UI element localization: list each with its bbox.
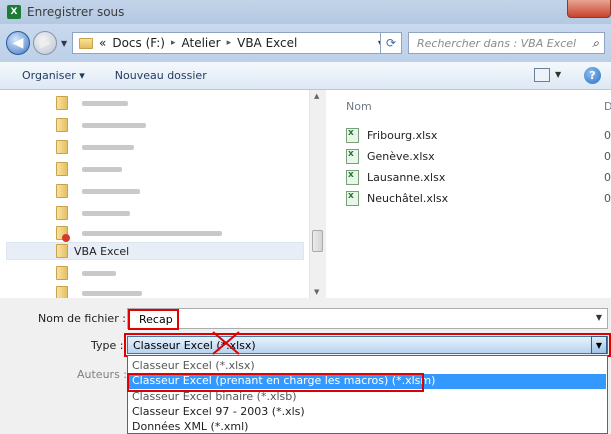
back-button[interactable]: ◀ — [6, 31, 30, 55]
type-select[interactable]: Classeur Excel (*.xlsx) ▼ — [127, 336, 608, 354]
scroll-down-icon[interactable]: ▼ — [314, 288, 319, 296]
blurred-label — [82, 210, 130, 216]
filename-value[interactable]: Recap — [128, 309, 179, 330]
blurred-label — [82, 144, 134, 150]
scrollbar-thumb[interactable] — [312, 230, 323, 252]
type-option[interactable]: Classeur Excel (*.xlsx) — [132, 359, 255, 372]
excel-icon: X — [7, 5, 21, 19]
organize-button[interactable]: Organiser ▾ — [22, 69, 85, 82]
search-icon[interactable]: ⌕ — [592, 36, 599, 51]
forward-button[interactable]: ▶ — [33, 31, 57, 55]
column-header-date[interactable]: D — [604, 100, 611, 113]
folder-icon — [56, 162, 68, 176]
file-name: Neuchâtel.xlsx — [367, 191, 449, 205]
help-icon[interactable]: ? — [584, 67, 601, 84]
nav-folder-item-vba-excel[interactable]: VBA Excel — [6, 242, 304, 260]
nav-folder-item[interactable] — [56, 182, 306, 200]
cross-annotation-icon — [212, 331, 240, 355]
folder-icon — [56, 266, 68, 280]
folder-icon — [56, 206, 68, 220]
command-bar: Organiser ▾ Nouveau dossier ▼ ? — [0, 62, 611, 90]
nav-folder-item[interactable] — [56, 138, 306, 156]
address-overflow[interactable]: « — [99, 36, 106, 50]
folder-icon — [56, 118, 68, 132]
filename-input[interactable]: Recap ▼ — [127, 308, 608, 330]
save-form: Nom de fichier : Recap ▼ Type : Classeur… — [0, 298, 611, 434]
folder-icon — [56, 140, 68, 154]
chevron-down-icon[interactable]: ▼ — [591, 336, 607, 354]
address-bar[interactable]: « Docs (F:) ▸ Atelier ▸ VBA Excel ▼ — [72, 32, 390, 54]
breadcrumb-docs[interactable]: Docs (F:) — [112, 36, 165, 50]
type-option[interactable]: Données XML (*.xml) — [132, 420, 248, 433]
nav-folder-item[interactable] — [56, 224, 306, 242]
blocked-icon — [62, 234, 70, 242]
excel-file-icon — [346, 190, 359, 206]
nav-folder-item[interactable] — [56, 116, 306, 134]
search-placeholder: Rechercher dans : VBA Excel — [417, 36, 577, 50]
file-date: 0 — [604, 128, 611, 142]
close-button[interactable] — [567, 0, 611, 18]
new-folder-button[interactable]: Nouveau dossier — [115, 69, 207, 82]
nav-folder-item[interactable] — [56, 264, 306, 282]
blurred-label — [82, 290, 142, 296]
filename-label: Nom de fichier : — [38, 312, 126, 325]
list-item[interactable]: Lausanne.xlsx 0 — [346, 168, 611, 186]
folder-icon — [56, 96, 68, 110]
folder-icon — [56, 244, 68, 258]
blurred-label — [82, 188, 140, 194]
blurred-label — [82, 122, 146, 128]
refresh-icon[interactable]: ⟳ — [380, 32, 402, 54]
nav-folder-item[interactable] — [56, 204, 306, 222]
chevron-down-icon[interactable]: ▼ — [596, 313, 602, 322]
excel-file-icon — [346, 148, 359, 164]
breadcrumb-vba-excel[interactable]: VBA Excel — [237, 36, 297, 50]
selected-option-annotation-box — [127, 373, 424, 392]
nav-folder-item[interactable] — [56, 160, 306, 178]
column-header-name[interactable]: Nom — [346, 100, 372, 113]
type-label: Type : — [91, 339, 124, 352]
search-input[interactable]: Rechercher dans : VBA Excel ⌕ — [408, 32, 605, 54]
address-bar-row: ◀ ▶ ▼ « Docs (F:) ▸ Atelier ▸ VBA Excel … — [0, 24, 611, 62]
excel-file-icon — [346, 169, 359, 185]
blurred-label — [82, 270, 116, 276]
nav-scrollbar[interactable]: ▲ ▼ — [309, 90, 325, 298]
list-item[interactable]: Neuchâtel.xlsx 0 — [346, 189, 611, 207]
blurred-label — [82, 100, 128, 106]
file-name: Genève.xlsx — [367, 149, 435, 163]
chevron-down-icon[interactable]: ▼ — [555, 70, 561, 79]
type-dropdown-list[interactable]: Classeur Excel (*.xlsx) Classeur Excel (… — [127, 355, 608, 434]
title-bar: X Enregistrer sous — [0, 0, 611, 24]
file-name: Fribourg.xlsx — [367, 128, 438, 142]
file-date: 0 — [604, 191, 611, 205]
history-dropdown-icon[interactable]: ▼ — [61, 39, 67, 48]
chevron-right-icon[interactable]: ▸ — [227, 38, 232, 48]
folder-icon — [56, 226, 70, 242]
list-item[interactable]: Fribourg.xlsx 0 — [346, 126, 611, 144]
nav-folder-label: VBA Excel — [74, 244, 130, 258]
nav-folder-item[interactable] — [56, 94, 306, 112]
view-icon[interactable] — [534, 68, 550, 82]
blurred-label — [82, 230, 222, 236]
chevron-right-icon[interactable]: ▸ — [171, 38, 176, 48]
file-list-pane: Nom D Fribourg.xlsx 0 Genève.xlsx 0 Laus… — [326, 90, 611, 298]
folder-icon — [56, 184, 68, 198]
breadcrumb-atelier[interactable]: Atelier — [182, 36, 221, 50]
navigation-pane: VBA Excel ▲ ▼ — [0, 90, 325, 300]
blurred-label — [82, 166, 122, 172]
file-date: 0 — [604, 170, 611, 184]
list-item[interactable]: Genève.xlsx 0 — [346, 147, 611, 165]
scroll-up-icon[interactable]: ▲ — [314, 92, 319, 100]
type-option[interactable]: Classeur Excel 97 - 2003 (*.xls) — [132, 405, 305, 418]
file-date: 0 — [604, 149, 611, 163]
excel-file-icon — [346, 127, 359, 143]
file-name: Lausanne.xlsx — [367, 170, 446, 184]
window-title: Enregistrer sous — [27, 5, 125, 19]
authors-label: Auteurs : — [77, 368, 128, 381]
folder-icon — [79, 37, 93, 49]
